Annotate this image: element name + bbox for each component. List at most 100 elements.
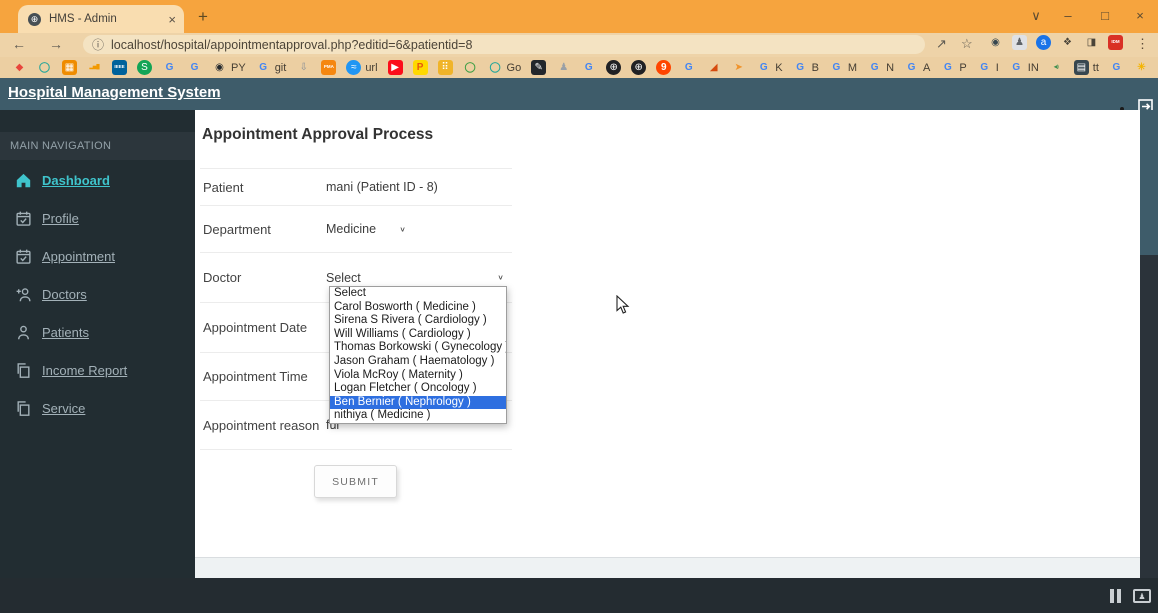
bookmark-google[interactable]: G IN	[1009, 60, 1038, 75]
dropdown-option[interactable]: nithiya ( Medicine )	[330, 409, 506, 423]
page-info-icon[interactable]: ⓘ	[92, 36, 104, 53]
bookmark-google[interactable]: GN	[867, 60, 894, 75]
sidebar-item-label: Dashboard	[42, 172, 110, 188]
bookmark-google: G	[584, 61, 593, 73]
brand-link[interactable]: Hospital Management System	[8, 84, 221, 101]
new-tab-button[interactable]: +	[198, 7, 208, 27]
person-frame-icon[interactable]: ♟	[1133, 589, 1151, 603]
bookmark-spark[interactable]: ◆	[12, 60, 27, 75]
url-text[interactable]: localhost/hospital/appointmentapproval.p…	[111, 38, 472, 52]
page-background-upper	[1140, 110, 1158, 255]
bookmark-google[interactable]: GP	[940, 60, 967, 75]
window-close-icon[interactable]: ×	[1130, 8, 1150, 23]
bookmark-google[interactable]: G	[162, 60, 177, 75]
bookmark-person[interactable]: ♟	[556, 60, 571, 75]
bookmark-google: G	[259, 61, 268, 73]
forward-icon[interactable]: →	[49, 36, 63, 52]
person-extension-icon[interactable]: ♟	[1012, 35, 1027, 50]
copy-icon	[15, 400, 32, 417]
back-icon[interactable]: ←	[12, 36, 26, 52]
dropdown-option[interactable]: Sirena S Rivera ( Cardiology )	[330, 314, 506, 328]
bookmark-matlab[interactable]: ◢	[706, 60, 721, 75]
bookmark-dotted[interactable]: ⠿	[437, 60, 453, 75]
dropdown-option[interactable]: Thomas Borkowski ( Gynecology )	[330, 341, 506, 355]
puzzle-extensions-icon[interactable]: ❖	[1060, 35, 1075, 50]
bookmark-google[interactable]: G	[681, 60, 696, 75]
bookmark-green-ring[interactable]: ◯	[463, 60, 478, 75]
bookmark-google: G	[165, 61, 174, 73]
sidebar-item-doctors[interactable]: Doctors	[0, 275, 195, 313]
bookmark-green-s[interactable]: S	[137, 60, 152, 75]
bookmark-google[interactable]: GK	[756, 60, 783, 75]
bookmark-star-icon[interactable]: ☆	[961, 36, 973, 52]
dropdown-option[interactable]: Logan Fletcher ( Oncology )	[330, 382, 506, 396]
sidebar-item-label: Doctors	[42, 286, 87, 302]
department-select[interactable]: Medicine ∨	[326, 222, 406, 236]
sidebar-item-patients[interactable]: Patients	[0, 313, 195, 351]
bookmark-printer: ▤	[1073, 60, 1089, 75]
doctor-select[interactable]: Select ∨	[326, 271, 504, 285]
dropdown-option[interactable]: Will Williams ( Cardiology )	[330, 328, 506, 342]
submit-button[interactable]: SUBMIT	[314, 465, 397, 498]
browser-tab[interactable]: ⊕ HMS - Admin ×	[18, 5, 184, 33]
bookmark-blue-swoosh[interactable]: ≈ url	[346, 60, 378, 75]
bookmark-google[interactable]: G	[1109, 60, 1124, 75]
bookmark-speaker[interactable]: ◀)	[1049, 60, 1064, 75]
browser-menu-icon[interactable]: ⋮	[1136, 36, 1149, 52]
bookmark-orange-hand[interactable]: ➤	[731, 60, 746, 75]
bookmark-google[interactable]: GA	[904, 60, 931, 75]
form-row-patient: Patient mani (Patient ID - 8)	[200, 168, 512, 205]
bookmark-google[interactable]: G	[187, 60, 202, 75]
bookmark-yellow-p[interactable]: P	[412, 60, 428, 75]
bookmark-google[interactable]: GB	[793, 60, 819, 75]
panda-extension-icon[interactable]: ◉	[988, 35, 1003, 50]
sidebar-item-profile[interactable]: Profile	[0, 199, 195, 237]
bookmark-phpmyadmin[interactable]: PMA	[321, 60, 337, 75]
dropdown-option[interactable]: Ben Bernier ( Nephrology )	[330, 395, 506, 410]
bookmark-printer[interactable]: ▤ tt	[1073, 60, 1099, 75]
bookmark-google: G	[1012, 61, 1021, 73]
window-minimize-icon[interactable]: –	[1058, 8, 1078, 23]
sidebar-item-income-report[interactable]: Income Report	[0, 351, 195, 389]
dropdown-option[interactable]: Select	[330, 287, 506, 301]
bookmark-swirl[interactable]: ◯	[37, 60, 52, 75]
sidebar-item-appointment[interactable]: Appointment	[0, 237, 195, 275]
dropdown-option[interactable]: Viola McRoy ( Maternity )	[330, 369, 506, 383]
bookmark-red-circle[interactable]: 9	[656, 60, 672, 75]
bookmark-photos[interactable]: ✳	[1134, 60, 1149, 75]
bookmark-pen[interactable]: ✎	[531, 60, 547, 75]
dropdown-option[interactable]: Jason Graham ( Haematology )	[330, 355, 506, 369]
idm-extension-icon[interactable]: IDM	[1108, 35, 1123, 50]
bookmark-label: url	[365, 61, 378, 74]
url-bar[interactable]: ⓘ localhost/hospital/appointmentapproval…	[83, 35, 925, 54]
window-menu-icon[interactable]: ∨	[1026, 8, 1046, 24]
sidebar-nav: Dashboard Profile Appointment Doctors Patien…	[0, 161, 195, 427]
bookmark-label: PY	[231, 61, 246, 74]
bookmark-ieee[interactable]: IEEE	[112, 60, 127, 75]
bookmark-github[interactable]: ◉ PY	[212, 60, 246, 75]
bookmark-globe[interactable]: ⊕	[631, 60, 647, 75]
bookmark-swirl[interactable]: ◯ Go	[488, 60, 521, 75]
bookmark-globe[interactable]: ⊕	[606, 60, 622, 75]
sidebar-section-label: MAIN NAVIGATION	[0, 132, 195, 160]
tab-close-icon[interactable]: ×	[168, 12, 176, 27]
bookmark-analytics[interactable]: ▂▅█	[87, 60, 102, 75]
pause-icon[interactable]	[1110, 589, 1121, 603]
window-maximize-icon[interactable]: □	[1095, 8, 1115, 23]
bookmark-google[interactable]: GI	[977, 60, 998, 75]
bookmark-google[interactable]: Ggit	[256, 60, 286, 75]
dropdown-option[interactable]: Carol Bosworth ( Medicine )	[330, 301, 506, 315]
bookmark-orange-grid[interactable]: ▦	[62, 60, 77, 75]
sidebar-item-dashboard[interactable]: Dashboard	[0, 161, 195, 199]
bookmark-google: G	[980, 61, 989, 73]
side-panel-icon[interactable]: ◨	[1084, 35, 1099, 50]
bookmark-google[interactable]: GM	[829, 60, 858, 75]
home-icon	[15, 172, 32, 189]
bookmark-download[interactable]: ⇩	[296, 60, 311, 75]
sidebar-item-service[interactable]: Service	[0, 389, 195, 427]
a-extension-icon[interactable]: a	[1036, 35, 1051, 50]
bookmark-youtube[interactable]: ▶	[387, 60, 403, 75]
content-footer	[195, 557, 1140, 578]
bookmark-google[interactable]: G	[581, 60, 596, 75]
share-icon[interactable]: ↗	[936, 36, 947, 52]
